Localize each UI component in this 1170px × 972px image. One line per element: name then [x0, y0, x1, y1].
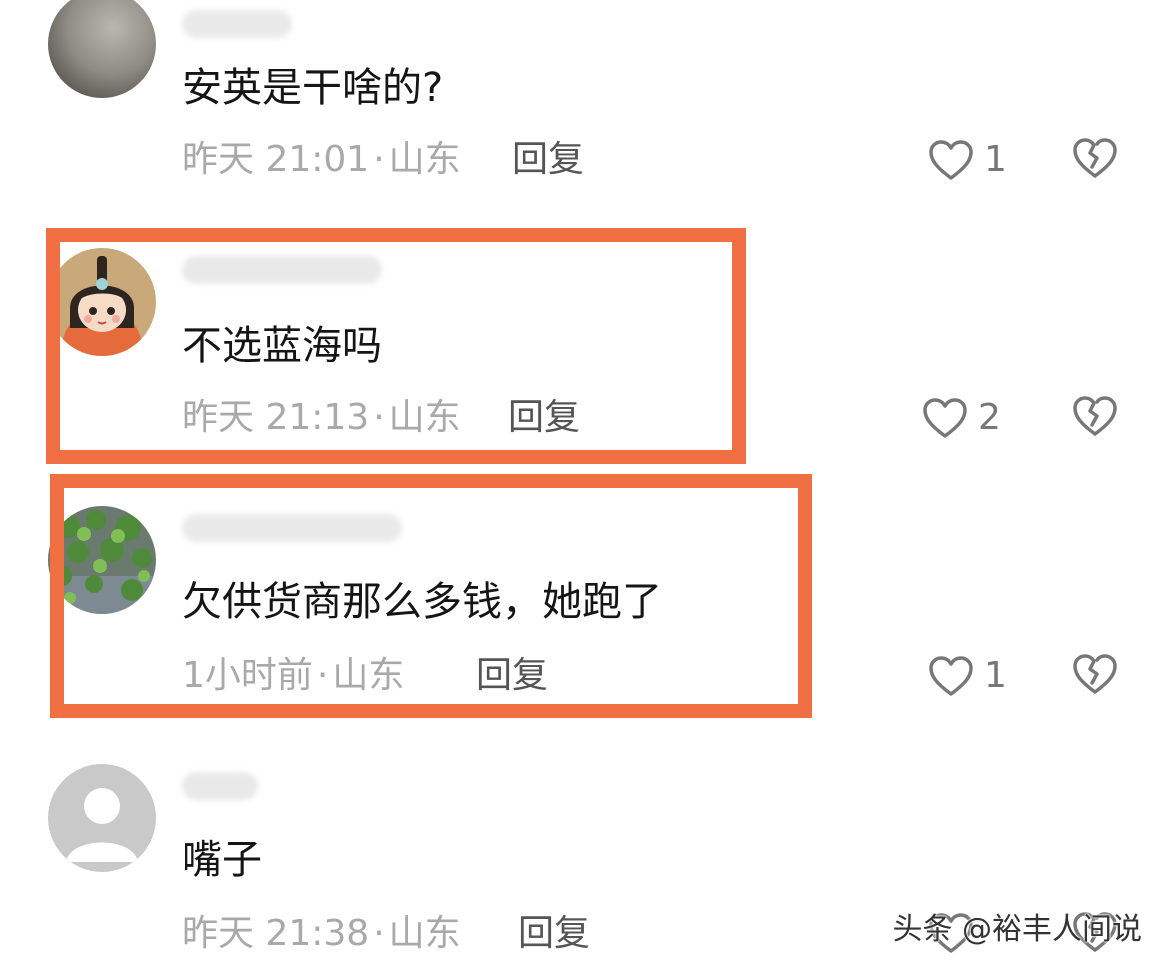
heart-icon	[929, 140, 973, 180]
like-count: 2	[978, 397, 1001, 438]
like-count: 1	[984, 655, 1007, 696]
comment-text: 嘴子	[182, 837, 262, 883]
user-avatar[interactable]	[48, 0, 156, 98]
highlight-box	[46, 228, 746, 464]
reply-button[interactable]: 回复	[518, 912, 590, 956]
user-avatar[interactable]	[48, 764, 156, 872]
comment-meta: 昨天 21:01 · 山东	[182, 138, 461, 182]
dislike-button[interactable]	[1072, 136, 1118, 184]
comment-location: 山东	[388, 139, 461, 180]
reply-button[interactable]: 回复	[512, 138, 584, 182]
comment-meta: 昨天 21:38 · 山东	[182, 912, 461, 956]
dislike-button[interactable]	[1072, 652, 1118, 700]
meta-separator: ·	[373, 139, 385, 180]
watermark: 头条 @裕丰人间说	[892, 912, 1142, 947]
dislike-button[interactable]	[1072, 394, 1118, 442]
default-user-icon	[48, 764, 156, 872]
comment-time: 昨天 21:38	[182, 913, 370, 954]
like-button[interactable]: 1	[928, 654, 1007, 698]
heart-icon	[923, 398, 967, 438]
heart-icon	[929, 656, 973, 696]
avatar-photo	[48, 0, 156, 98]
comment-location: 山东	[388, 913, 461, 954]
like-button[interactable]: 2	[922, 396, 1001, 440]
comment-text: 安英是干啥的?	[182, 65, 444, 111]
like-button[interactable]: 1	[928, 138, 1007, 182]
username-blurred[interactable]	[182, 10, 292, 38]
highlight-box	[50, 474, 812, 718]
comment-time: 昨天 21:01	[182, 139, 370, 180]
broken-heart-icon	[1073, 138, 1117, 178]
like-count: 1	[984, 139, 1007, 180]
broken-heart-icon	[1073, 654, 1117, 694]
broken-heart-icon	[1073, 396, 1117, 436]
meta-separator: ·	[373, 913, 385, 954]
username-blurred[interactable]	[182, 772, 258, 800]
